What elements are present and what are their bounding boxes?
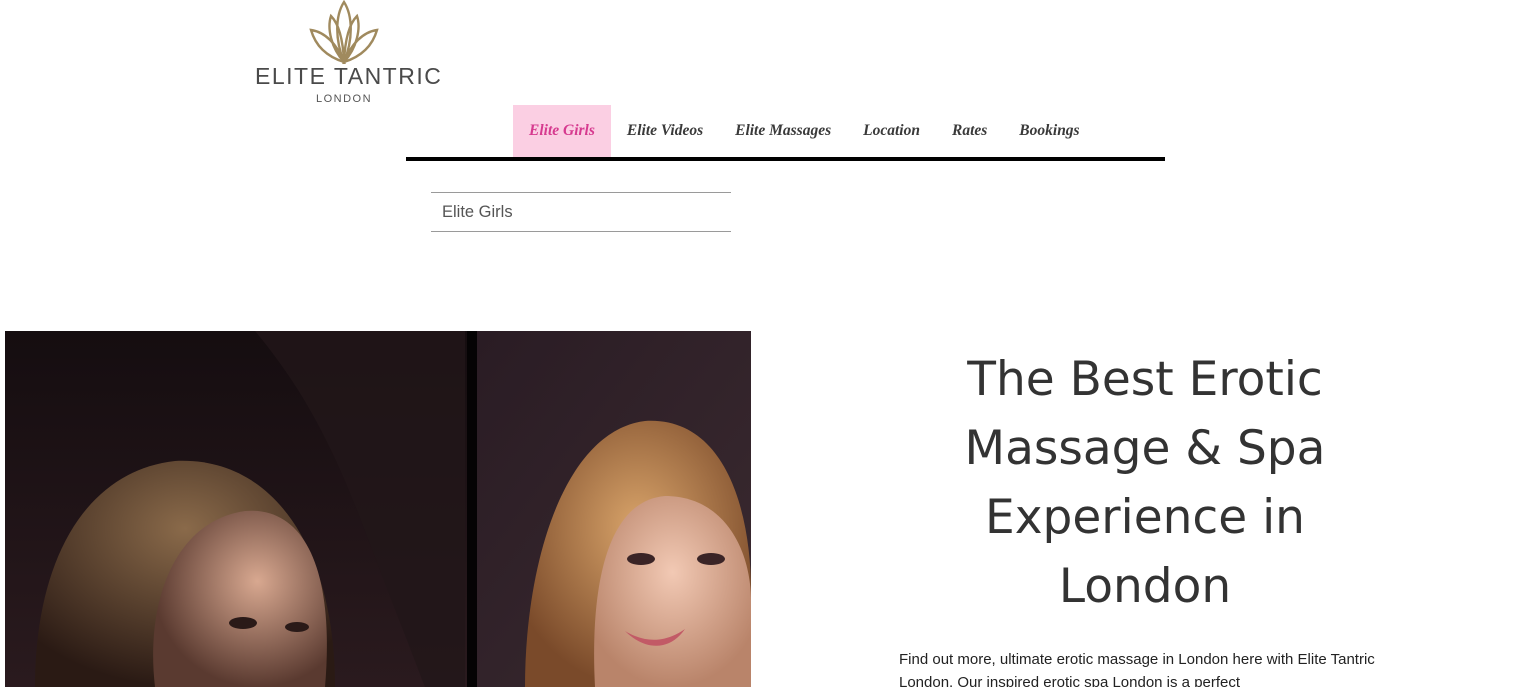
main-nav: Elite Girls Elite Videos Elite Massages … — [406, 105, 1165, 157]
nav-divider — [406, 157, 1165, 161]
nav-item-elite-videos[interactable]: Elite Videos — [611, 105, 719, 157]
nav-item-elite-girls[interactable]: Elite Girls — [513, 105, 611, 157]
nav-item-rates[interactable]: Rates — [936, 105, 1003, 157]
submenu-item-elite-girls[interactable]: Elite Girls — [442, 203, 513, 222]
page: ELITE TANTRIC LONDON Elite Girls Elite V… — [0, 0, 1536, 687]
nav-item-location[interactable]: Location — [847, 105, 936, 157]
logo-name: ELITE TANTRIC — [255, 63, 443, 89]
logo-subtitle: LONDON — [315, 93, 373, 105]
nav-item-elite-massages[interactable]: Elite Massages — [719, 105, 847, 157]
site-logo[interactable]: ELITE TANTRIC LONDON — [255, 0, 443, 110]
nav-items: Elite Girls Elite Videos Elite Massages … — [513, 105, 1096, 157]
hero-body-text: Find out more, ultimate erotic massage i… — [899, 651, 1375, 687]
lotus-icon — [309, 0, 379, 64]
hero-headline: The Best Erotic Massage & Spa Experience… — [964, 352, 1326, 614]
submenu-dropdown[interactable]: Elite Girls — [431, 192, 731, 232]
nav-item-bookings[interactable]: Bookings — [1003, 105, 1095, 157]
hero-image — [5, 331, 751, 687]
